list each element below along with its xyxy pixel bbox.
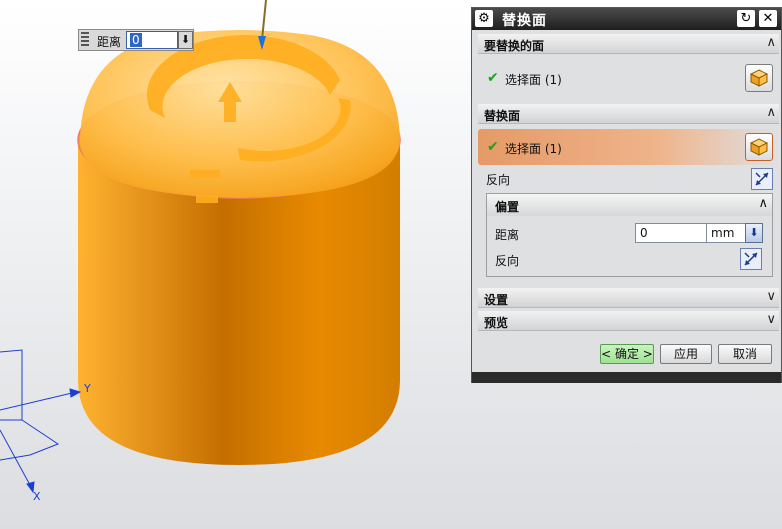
distance-value: 0 — [130, 33, 142, 47]
replace-face-dialog: ⚙ 替换面 ↻ ✕ 要替换的面 ∧ ✔ 选择面 (1) 替换面 ∧ ✔ 选择面 … — [471, 7, 782, 383]
ok-button[interactable]: < 确定 > — [600, 344, 654, 364]
check-icon: ✔ — [487, 139, 499, 155]
offset-panel-header[interactable]: 偏置 ∧ — [487, 194, 772, 216]
drag-grip-icon[interactable] — [81, 32, 89, 48]
check-icon: ✔ — [487, 70, 499, 86]
close-icon[interactable]: ✕ — [759, 10, 777, 27]
section-title: 预览 — [484, 316, 509, 330]
select-face-row[interactable]: ✔ 选择面 (1) — [478, 58, 779, 98]
offset-distance-label: 距离 — [495, 228, 520, 242]
section-replacement-face[interactable]: 替换面 ∧ — [478, 104, 779, 124]
section-title: 设置 — [484, 293, 509, 307]
chevron-down-icon: ∨ — [766, 312, 776, 327]
floating-distance-input: 距离 0 ⬇ — [78, 29, 194, 51]
axis-label-x: X — [33, 490, 41, 503]
down-arrow-icon[interactable]: ⬇ — [178, 31, 193, 49]
selection-label: 选择面 (1) — [505, 142, 562, 156]
offset-panel: 偏置 ∧ 距离 0 mm ⬇ 反向 — [486, 193, 773, 277]
offset-distance-input[interactable]: 0 — [635, 223, 707, 243]
unit-field: mm — [707, 223, 747, 243]
reset-icon[interactable]: ↻ — [737, 10, 755, 27]
select-face-button[interactable] — [745, 133, 773, 161]
chevron-up-icon: ∧ — [758, 196, 768, 211]
reverse-direction-button[interactable] — [751, 168, 773, 190]
reverse-arrows-icon — [755, 172, 769, 186]
distance-input[interactable]: 0 — [126, 31, 178, 49]
section-face-to-replace[interactable]: 要替换的面 ∧ — [478, 34, 779, 54]
gear-icon[interactable]: ⚙ — [475, 10, 493, 27]
selection-label: 选择面 (1) — [505, 73, 562, 87]
offset-title: 偏置 — [495, 200, 520, 214]
section-settings[interactable]: 设置 ∨ — [478, 288, 779, 308]
apply-button[interactable]: 应用 — [660, 344, 712, 364]
unit-dropdown-icon[interactable]: ⬇ — [745, 223, 763, 243]
offset-reverse-button[interactable] — [740, 248, 762, 270]
cube-icon — [750, 138, 768, 156]
cancel-button[interactable]: 取消 — [718, 344, 772, 364]
reverse-label: 反向 — [486, 173, 511, 187]
select-face-button[interactable] — [745, 64, 773, 92]
chevron-up-icon: ∧ — [766, 105, 776, 120]
axis-label-y: Y — [83, 382, 91, 395]
distance-label: 距离 — [97, 35, 122, 49]
dialog-title: 替换面 — [502, 13, 547, 29]
chevron-up-icon: ∧ — [766, 35, 776, 50]
select-replacement-face-row[interactable]: ✔ 选择面 (1) — [478, 129, 779, 165]
section-preview[interactable]: 预览 ∨ — [478, 311, 779, 331]
chevron-down-icon: ∨ — [766, 289, 776, 304]
section-title: 替换面 — [484, 109, 521, 123]
dialog-title-bar: ⚙ 替换面 ↻ ✕ — [472, 8, 781, 30]
offset-reverse-label: 反向 — [495, 254, 520, 268]
reverse-arrows-icon — [744, 252, 758, 266]
reverse-row: 反向 — [478, 167, 779, 191]
dialog-bottom-bar — [472, 372, 781, 383]
cube-icon — [750, 69, 768, 87]
wcs-triad — [0, 349, 82, 494]
section-title: 要替换的面 — [484, 39, 545, 53]
